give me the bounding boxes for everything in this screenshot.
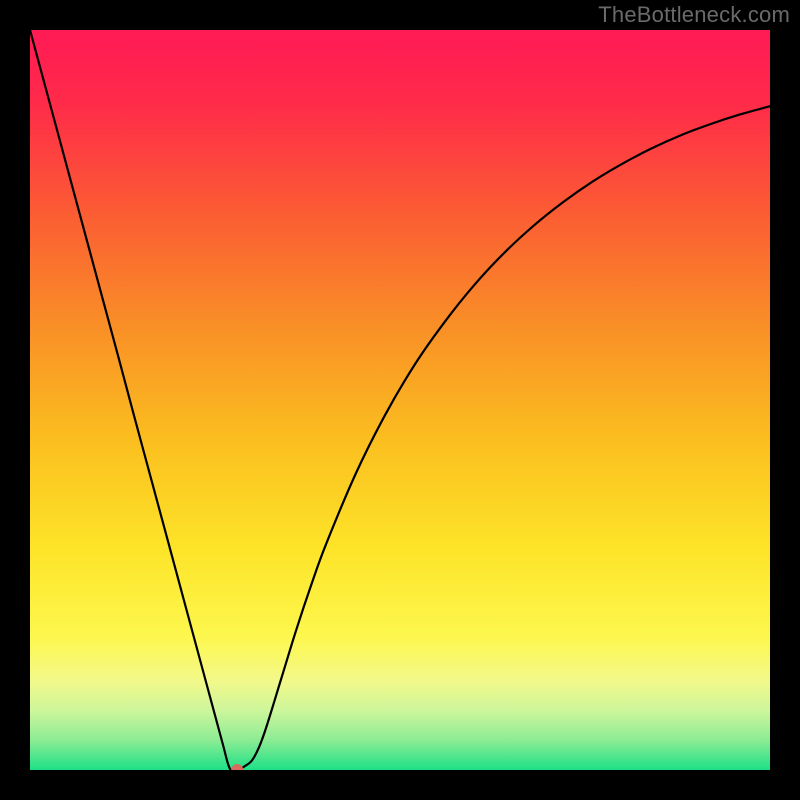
bottleneck-curve [30,30,770,770]
plot-area [30,30,770,770]
minimum-marker-dot [231,764,243,770]
chart-frame: TheBottleneck.com [0,0,800,800]
curve-layer [30,30,770,770]
attribution-label: TheBottleneck.com [598,2,790,28]
